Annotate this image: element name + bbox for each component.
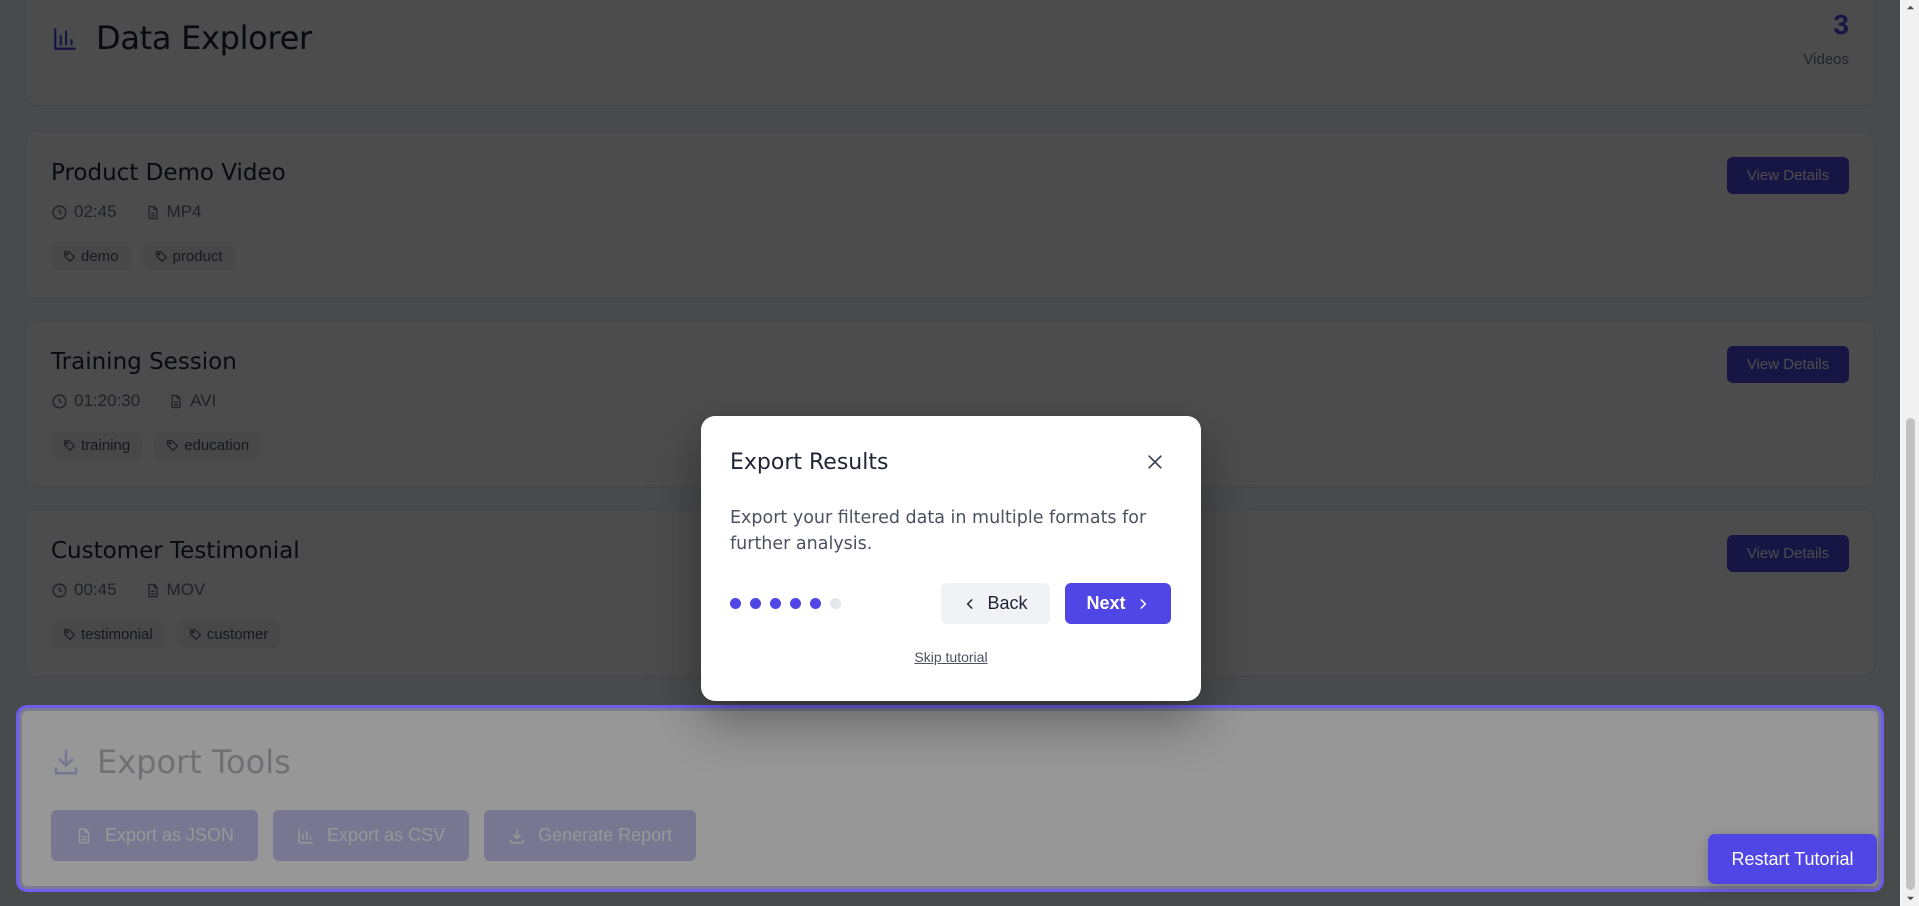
step-indicator [730,598,841,609]
next-label: Next [1086,593,1126,613]
export-json-label: Export as JSON [105,825,235,845]
back-label: Back [987,593,1028,613]
video-duration: 02:45 [74,202,117,221]
view-details-button[interactable]: View Details [1727,157,1849,194]
video-meta: 00:45 MOV [51,580,205,600]
tag-label: training [81,437,131,454]
modal-title: Export Results [730,450,889,475]
export-csv-label: Export as CSV [327,825,446,845]
clock-icon [52,582,67,598]
tag-icon [155,251,167,263]
video-title: Customer Testimonial [51,538,300,564]
file-icon [171,394,181,408]
tag-label: customer [206,626,269,643]
view-details-button[interactable]: View Details [1727,535,1849,572]
tag-label: product [172,248,223,265]
generate-report-button[interactable]: Generate Report [484,810,697,861]
download-icon [510,828,524,843]
tag[interactable]: product [142,242,235,271]
restart-tutorial-button[interactable]: Restart Tutorial [1708,834,1877,884]
file-icon [147,583,158,597]
tag-icon [189,629,201,641]
bar-chart-icon [54,28,76,50]
clock-icon [52,393,67,409]
export-tools-title: Export Tools [97,743,291,781]
tag[interactable]: customer [176,620,281,649]
download-icon [54,749,78,775]
tag-list: testimonial customer [51,620,281,649]
video-format: MP4 [166,202,202,221]
tag[interactable]: training [51,431,143,460]
export-csv-button[interactable]: Export as CSV [273,810,470,861]
tag-label: demo [81,248,119,265]
chevron-left-icon [967,598,973,609]
video-duration: 00:45 [74,580,117,599]
step-dot [830,598,841,609]
bar-chart-icon [298,828,313,843]
scroll-up-icon[interactable] [1906,3,1915,12]
view-details-button[interactable]: View Details [1727,346,1849,383]
tag-list: demo product [51,242,235,271]
scroll-down-icon[interactable] [1906,894,1915,903]
video-meta: 01:20:30 AVI [51,391,216,411]
scrollbar-thumb[interactable] [1906,418,1915,890]
tutorial-modal: Export Results Export your filtered data… [701,416,1201,701]
chevron-right-icon [1140,598,1146,609]
tag[interactable]: education [154,431,262,460]
video-meta: 02:45 MP4 [51,202,202,222]
next-button[interactable]: Next [1065,583,1171,624]
video-card: Product Demo Video 02:45 MP4 demo produc… [25,131,1875,299]
tag[interactable]: testimonial [51,620,165,649]
export-buttons: Export as JSON Export as CSV Generate Re… [51,810,697,861]
scrollbar[interactable] [1902,0,1919,906]
skip-tutorial-link[interactable]: Skip tutorial [701,649,1201,665]
generate-report-label: Generate Report [538,825,673,845]
page: Data Explorer 3 Videos Product Demo Vide… [0,0,1900,906]
export-json-button[interactable]: Export as JSON [51,810,259,861]
tag-icon [64,629,76,641]
header-card: Data Explorer 3 Videos [25,0,1875,106]
step-dot [730,598,741,609]
page-title: Data Explorer [96,19,312,57]
tag-label: testimonial [81,626,153,643]
export-tools-section: Export Tools Export as JSON Export as CS… [19,708,1881,889]
tag-icon [64,251,76,263]
video-duration: 01:20:30 [74,391,141,410]
video-format: AVI [190,391,217,410]
tag-label: education [184,437,250,454]
tag-icon [167,440,179,452]
video-title: Product Demo Video [51,160,286,186]
tag[interactable]: demo [51,242,131,271]
back-button[interactable]: Back [941,583,1050,624]
video-title: Training Session [51,349,237,375]
video-format: MOV [166,580,206,599]
clock-icon [52,204,67,220]
step-dot [770,598,781,609]
file-icon [147,205,158,219]
step-dot [810,598,821,609]
file-icon [78,828,90,843]
tag-list: training education [51,431,262,460]
video-count-label: Videos [1803,51,1849,68]
modal-description: Export your filtered data in multiple fo… [730,508,1147,554]
video-count: 3 [1833,9,1849,40]
tag-icon [64,440,76,452]
step-dot [750,598,761,609]
step-dot [790,598,801,609]
close-icon[interactable] [1145,452,1165,472]
